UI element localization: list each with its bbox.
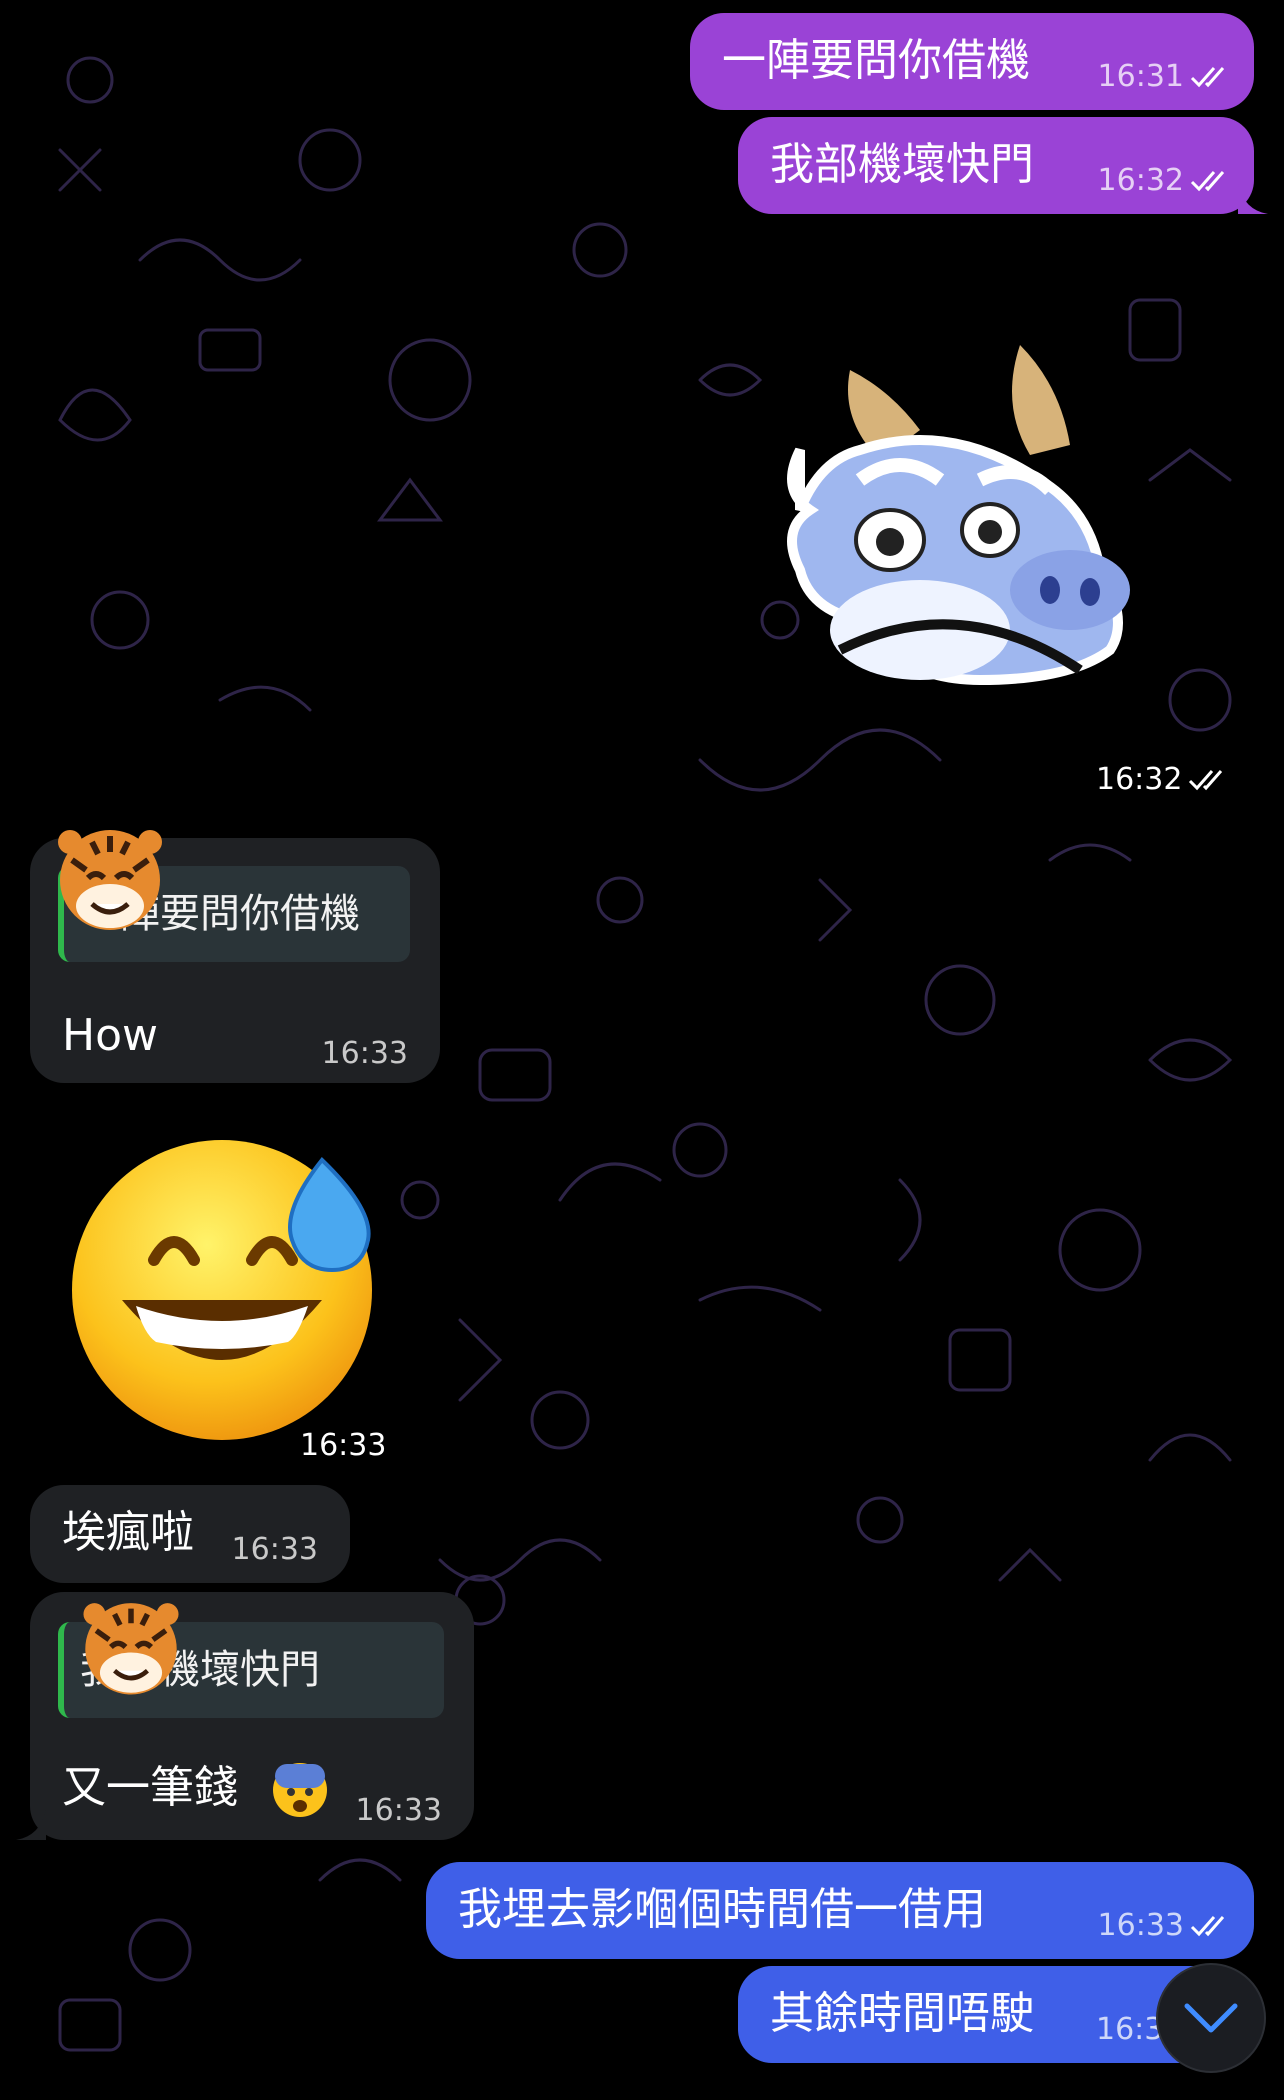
sticker-meta: 16:33 bbox=[300, 1428, 386, 1463]
message-meta: 16:3 bbox=[1096, 2015, 1163, 2045]
double-check-icon bbox=[1189, 769, 1223, 790]
scroll-to-bottom-button[interactable] bbox=[1156, 1963, 1266, 2073]
anxious-face-emoji bbox=[273, 1763, 327, 1817]
message-time: 16:3 bbox=[1096, 2012, 1164, 2047]
tiger-avatar[interactable] bbox=[52, 820, 168, 936]
message-time: 16:33 bbox=[231, 1532, 318, 1567]
message-text: 埃瘋啦 bbox=[62, 1507, 194, 1558]
message-time: 16:33 bbox=[355, 1793, 442, 1828]
message-bubble-outgoing[interactable]: 我部機壞快門 16:32 bbox=[738, 117, 1268, 214]
message-meta: 16:33 bbox=[356, 1796, 442, 1826]
message-text: 我部機壞快門 bbox=[770, 139, 1034, 190]
message-time: 16:33 bbox=[321, 1036, 408, 1071]
message-text: 又一筆錢 bbox=[62, 1762, 238, 1813]
message-meta: 16:31 bbox=[1098, 62, 1234, 92]
message-meta: 16:33 bbox=[1098, 1911, 1234, 1941]
message-meta: 16:32 bbox=[1098, 166, 1234, 196]
bubble-tail bbox=[1238, 184, 1268, 214]
message-bubble-outgoing[interactable]: 一陣要問你借機 16:31 bbox=[690, 13, 1254, 110]
double-check-icon bbox=[1190, 67, 1225, 88]
message-time: 16:33 bbox=[1097, 1908, 1184, 1943]
message-bubble-outgoing[interactable]: 我埋去影嗰個時間借一借用 16:33 bbox=[426, 1862, 1254, 1959]
bubble-tail bbox=[16, 1810, 46, 1840]
message-meta: 16:33 bbox=[322, 1039, 408, 1069]
message-time: 16:32 bbox=[1097, 163, 1184, 198]
message-bubble-incoming[interactable]: 埃瘋啦 16:33 bbox=[30, 1485, 350, 1583]
tiger-avatar[interactable] bbox=[78, 1594, 184, 1700]
double-check-icon bbox=[1190, 1916, 1225, 1937]
grinning-sweat-emoji[interactable] bbox=[66, 1130, 386, 1450]
double-check-icon bbox=[1190, 171, 1225, 192]
message-time: 16:32 bbox=[1096, 762, 1183, 797]
message-text: How bbox=[62, 1010, 158, 1061]
message-meta: 16:33 bbox=[232, 1535, 318, 1565]
message-text: 一陣要問你借機 bbox=[722, 35, 1030, 86]
message-time: 16:31 bbox=[1097, 59, 1184, 94]
message-time: 16:33 bbox=[300, 1428, 387, 1463]
worried-dragon-sticker[interactable] bbox=[760, 330, 1160, 710]
message-text: 其餘時間唔駛 bbox=[770, 1988, 1034, 2039]
sticker-meta: 16:32 bbox=[1096, 762, 1232, 797]
chevron-down-icon bbox=[1184, 2003, 1238, 2033]
message-text: 我埋去影嗰個時間借一借用 bbox=[458, 1884, 986, 1935]
